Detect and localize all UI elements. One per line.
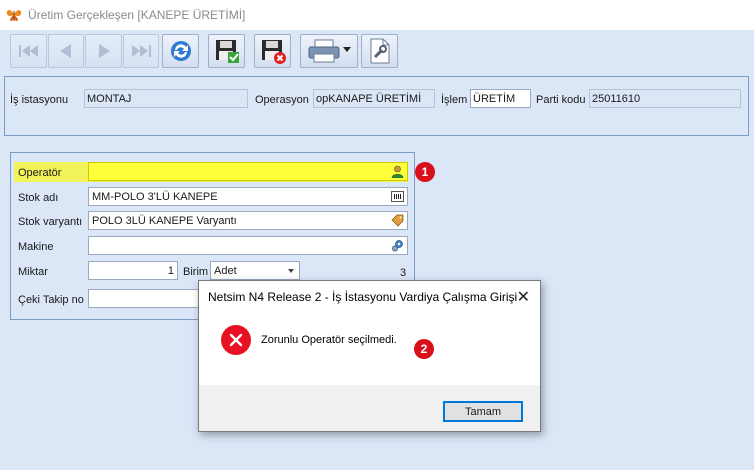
stock-variant-label: Stok varyantı: [18, 216, 83, 228]
last-record-button[interactable]: [123, 34, 159, 68]
operator-input[interactable]: [88, 162, 408, 181]
tracking-label: Çeki Takip no: [18, 294, 84, 306]
unit-label: Birim: [183, 266, 209, 278]
tag-icon[interactable]: [391, 214, 404, 227]
annotation-badge-1: 1: [415, 162, 435, 182]
dialog-body: Zorunlu Operatör seçilmedi. 2: [199, 313, 540, 385]
stock-variant-input[interactable]: POLO 3LÜ KANEPE Varyantı: [88, 211, 408, 230]
unit-select[interactable]: Adet: [210, 261, 300, 280]
ok-button[interactable]: Tamam: [443, 401, 523, 422]
process-field[interactable]: ÜRETİM: [470, 89, 531, 108]
chevron-down-icon: [288, 269, 294, 273]
stock-name-label: Stok adı: [18, 192, 59, 204]
operation-field: opKANAPE ÜRETİMİ: [313, 89, 435, 108]
dialog-title: Netsim N4 Release 2 - İş İstasyonu Vardi…: [208, 290, 518, 304]
save-check-icon: [215, 40, 239, 63]
workstation-field: MONTAJ: [84, 89, 248, 108]
printer-icon: [308, 39, 340, 63]
butterfly-icon: [6, 10, 22, 21]
close-icon[interactable]: ✕: [517, 287, 530, 307]
quantity-input[interactable]: 1: [88, 261, 178, 280]
message-dialog: Netsim N4 Release 2 - İş İstasyonu Vardi…: [198, 280, 541, 432]
barcode-icon[interactable]: [391, 190, 404, 203]
user-icon[interactable]: [391, 165, 404, 178]
unit-value: Adet: [214, 265, 237, 277]
prev-icon: [60, 44, 71, 58]
print-button[interactable]: [300, 34, 358, 68]
toolbar: [0, 30, 754, 74]
operation-label: Operasyon: [255, 94, 309, 106]
prev-record-button[interactable]: [48, 34, 84, 68]
first-icon: [18, 45, 38, 57]
stock-name-value: MM-POLO 3'LÜ KANEPE: [92, 191, 218, 203]
chevron-down-icon: [343, 47, 351, 52]
first-record-button[interactable]: [10, 34, 47, 68]
count-value: 3: [400, 267, 407, 279]
batch-code-field: 25011610: [589, 89, 741, 108]
tracking-input[interactable]: [88, 289, 200, 308]
next-icon: [98, 44, 110, 58]
quantity-label: Miktar: [18, 266, 48, 278]
save-cancel-button[interactable]: [254, 34, 291, 68]
dialog-titlebar: Netsim N4 Release 2 - İş İstasyonu Vardi…: [199, 281, 540, 313]
workstation-label: İş istasyonu: [10, 94, 69, 106]
last-icon: [132, 45, 151, 57]
batch-code-label: Parti kodu: [536, 94, 586, 106]
save-button[interactable]: [208, 34, 245, 68]
error-icon: [221, 325, 251, 355]
window-titlebar: Üretim Gerçekleşen [KANEPE ÜRETİMİ]: [0, 0, 754, 30]
gears-icon[interactable]: [391, 239, 404, 252]
refresh-button[interactable]: [162, 34, 199, 68]
annotation-badge-2: 2: [414, 339, 434, 359]
dialog-message: Zorunlu Operatör seçilmedi.: [261, 334, 397, 346]
refresh-icon: [170, 41, 191, 61]
machine-input[interactable]: [88, 236, 408, 255]
next-record-button[interactable]: [85, 34, 122, 68]
machine-label: Makine: [18, 241, 54, 253]
stock-name-input[interactable]: MM-POLO 3'LÜ KANEPE: [88, 187, 408, 206]
tools-button[interactable]: [361, 34, 398, 68]
settings-page-icon: [370, 38, 389, 64]
operator-label: Operatör: [18, 167, 62, 179]
window-title: Üretim Gerçekleşen [KANEPE ÜRETİMİ]: [28, 8, 246, 22]
process-label: İşlem: [441, 94, 468, 106]
save-cancel-icon: [261, 40, 286, 64]
stock-variant-value: POLO 3LÜ KANEPE Varyantı: [92, 215, 237, 227]
